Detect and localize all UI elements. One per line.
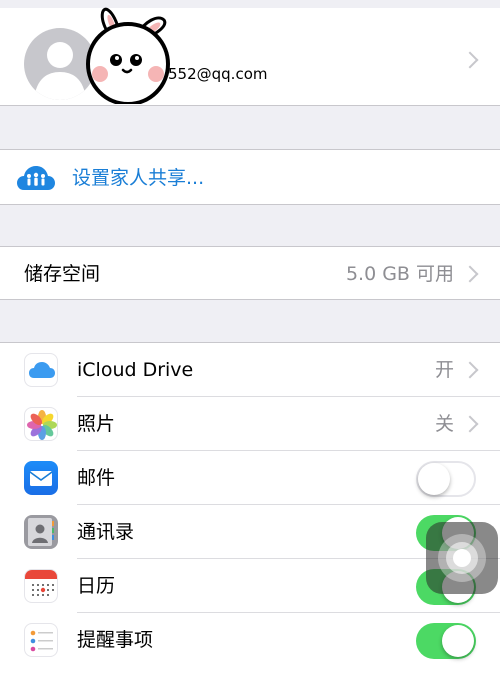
chevron-right-icon: [461, 415, 479, 433]
app-label: iCloud Drive: [77, 359, 194, 381]
chevron-right-icon: [461, 265, 479, 283]
contacts-icon: [24, 515, 58, 549]
bunny-sticker: [80, 4, 180, 106]
storage-row[interactable]: 储存空间 5.0 GB 可用: [0, 246, 500, 300]
app-value: 开: [434, 359, 454, 381]
family-sharing-link[interactable]: 设置家人共享...: [72, 150, 204, 206]
account-email: 552@qq.com: [168, 65, 268, 83]
icloud-drive-icon: [24, 353, 58, 387]
storage-label: 储存空间: [24, 263, 101, 285]
app-row-reminders[interactable]: 提醒事项: [0, 613, 500, 667]
app-row-photos[interactable]: 照片 关: [0, 397, 500, 451]
app-row-calendar[interactable]: 日历: [0, 559, 500, 613]
app-value: 关: [434, 413, 454, 435]
mail-toggle[interactable]: [416, 461, 476, 497]
calendar-icon: [24, 569, 58, 603]
app-label: 通讯录: [77, 521, 135, 543]
storage-value: 5.0 GB 可用: [345, 263, 454, 285]
app-label: 日历: [77, 575, 116, 597]
reminders-icon: [24, 623, 58, 657]
app-row-contacts[interactable]: 通讯录: [0, 505, 500, 559]
assistive-touch-button[interactable]: [426, 522, 498, 594]
family-sharing-row[interactable]: 设置家人共享...: [0, 149, 500, 205]
app-row-icloud-drive[interactable]: iCloud Drive 开: [0, 343, 500, 397]
app-label: 邮件: [77, 467, 116, 489]
app-label: 照片: [77, 413, 116, 435]
chevron-right-icon: [461, 51, 479, 69]
account-card[interactable]: 552@qq.com: [0, 8, 500, 106]
reminders-toggle[interactable]: [416, 623, 476, 659]
photos-icon: [24, 407, 58, 441]
chevron-right-icon: [461, 361, 479, 379]
app-label: 提醒事项: [77, 629, 154, 651]
family-sharing-icon: [16, 162, 56, 194]
icloud-apps-list: iCloud Drive 开 照片 关 邮件 通讯录 日历 提醒事项: [0, 342, 500, 682]
app-row-mail[interactable]: 邮件: [0, 451, 500, 505]
mail-icon: [24, 461, 58, 495]
